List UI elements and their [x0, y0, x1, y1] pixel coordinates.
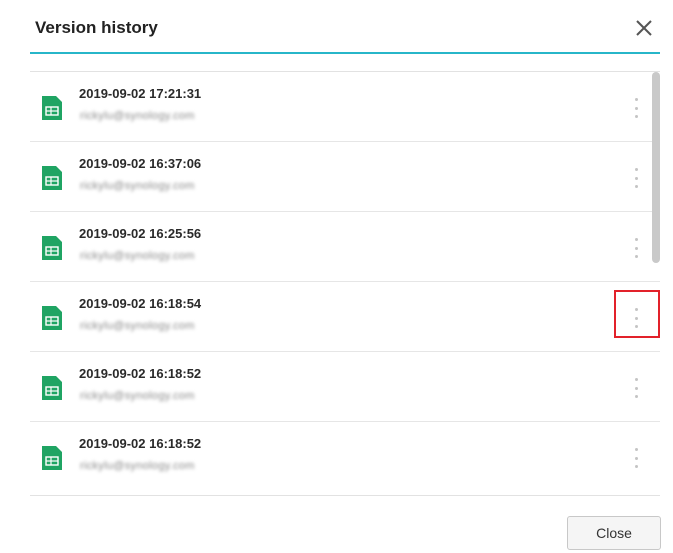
- version-author-email: rickylu@synology.com: [80, 460, 195, 472]
- version-row[interactable]: 2019-09-02 16:18:52 rickylu@synology.com: [30, 352, 660, 422]
- version-author-email: rickylu@synology.com: [80, 110, 195, 122]
- spreadsheet-icon: [42, 96, 62, 120]
- spreadsheet-icon: [42, 166, 62, 190]
- more-options-icon[interactable]: [628, 96, 644, 120]
- version-row[interactable]: 2019-09-02 16:18:52 rickylu@synology.com: [30, 422, 660, 492]
- version-list: 2019-09-02 17:21:31 rickylu@synology.com…: [30, 71, 660, 496]
- more-options-icon[interactable]: [628, 446, 644, 470]
- list-scrollbar[interactable]: [652, 72, 660, 263]
- version-author-email: rickylu@synology.com: [80, 250, 195, 262]
- version-row[interactable]: 2019-09-02 16:25:56 rickylu@synology.com: [30, 212, 660, 282]
- version-author-email: rickylu@synology.com: [80, 180, 195, 192]
- version-row[interactable]: 2019-09-02 17:21:31 rickylu@synology.com: [30, 72, 660, 142]
- spreadsheet-icon: [42, 236, 62, 260]
- version-row[interactable]: 2019-09-02 16:37:06 rickylu@synology.com: [30, 142, 660, 212]
- version-timestamp: 2019-09-02 16:18:52: [79, 436, 202, 451]
- version-author-email: rickylu@synology.com: [80, 320, 195, 332]
- spreadsheet-icon: [42, 376, 62, 400]
- close-button[interactable]: Close: [567, 516, 661, 550]
- more-options-icon[interactable]: [628, 236, 644, 260]
- spreadsheet-icon: [42, 446, 62, 470]
- version-timestamp: 2019-09-02 16:18:54: [79, 296, 202, 311]
- version-history-dialog: Version history 2019-09-02 17:21:31 rick…: [0, 0, 673, 553]
- version-timestamp: 2019-09-02 17:21:31: [79, 86, 202, 101]
- close-icon[interactable]: [632, 16, 656, 40]
- title-underline: [30, 52, 660, 54]
- version-timestamp: 2019-09-02 16:25:56: [79, 226, 202, 241]
- version-author-email: rickylu@synology.com: [80, 390, 195, 402]
- spreadsheet-icon: [42, 306, 62, 330]
- highlight-box: [614, 290, 660, 338]
- version-timestamp: 2019-09-02 16:37:06: [79, 156, 202, 171]
- more-options-icon[interactable]: [628, 166, 644, 190]
- dialog-title: Version history: [35, 18, 158, 37]
- version-row[interactable]: 2019-09-02 16:18:54 rickylu@synology.com: [30, 282, 660, 352]
- version-timestamp: 2019-09-02 16:18:52: [79, 366, 202, 381]
- more-options-icon[interactable]: [628, 376, 644, 400]
